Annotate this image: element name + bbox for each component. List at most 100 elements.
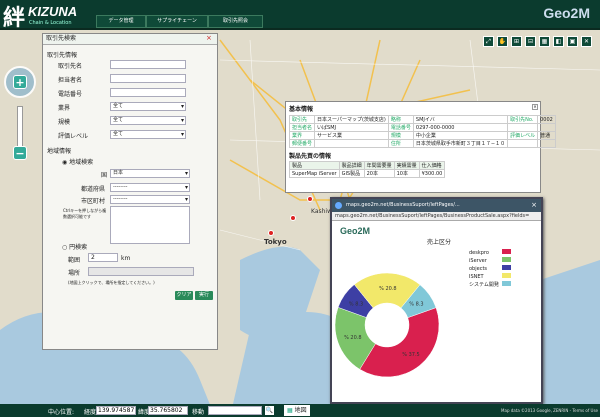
product-cell: GIS製品 <box>338 169 365 178</box>
info-cell: 電話番号 <box>387 123 414 132</box>
lng-label: 経度 <box>84 409 97 416</box>
info-row: 業界 サービス業 規模 中小企業 評価レベル 普通 <box>288 131 556 140</box>
product-row: SuperMap iServer GIS製品 20本 10本 ¥300.00 <box>289 169 446 178</box>
info-cell: 0002 <box>537 115 556 124</box>
place-label: 場所 <box>68 270 81 277</box>
clear-button[interactable]: クリア <box>175 291 193 300</box>
info-cell: 普通 <box>537 131 556 140</box>
phone-input[interactable] <box>110 88 186 97</box>
legend-swatch <box>502 273 511 278</box>
info-cell <box>537 123 556 132</box>
geo2m-brand: Geo2M <box>543 5 590 21</box>
zoom-in-button[interactable]: + <box>13 75 27 89</box>
info-cell: 中小企業 <box>412 131 509 140</box>
popup-brand: Geo2M <box>340 226 371 236</box>
pie-data-label: % 8.3 <box>409 302 423 308</box>
info-row: 郵便番号 住所 日本茨城県取手市新町３丁目１７−１０ <box>288 139 556 148</box>
grid-icon[interactable]: ▦ <box>539 36 550 47</box>
legend-label: iServer <box>469 258 488 264</box>
city-select[interactable]: -------- <box>110 195 190 204</box>
info-cell: SMJイバ <box>412 115 509 124</box>
prefecture-label: 都道府県 <box>81 186 106 193</box>
radius-label: 範囲 <box>68 257 81 264</box>
layer-icon[interactable]: ◧ <box>553 36 564 47</box>
radio-circle-search[interactable]: ○ 円検索 <box>62 242 87 251</box>
popup-titlebar[interactable]: maps.geo2m.net/BusinessSuport/leftPages/… <box>332 199 541 212</box>
zoom-in-icon[interactable]: ⤢ <box>483 36 494 47</box>
country-select[interactable]: 日本 <box>110 169 190 178</box>
info-cell <box>507 123 539 132</box>
info-cell: 日本茨城県取手市新町３丁目１７−１０ <box>412 139 509 148</box>
panel-title-text: 取引先検索 <box>46 35 77 42</box>
field-label-rating: 評価レベル <box>58 133 89 140</box>
legend-swatch <box>502 249 511 254</box>
menu-partner-inquiry[interactable]: 取引先照会 <box>208 15 263 28</box>
city-multiselect-list[interactable] <box>110 206 190 244</box>
radio-region-search[interactable]: ◉ 地域検索 <box>62 157 93 166</box>
info-cell: 郵便番号 <box>288 139 316 148</box>
legend-label: ISNET <box>469 274 485 280</box>
info-cell: 取引先 <box>288 115 316 124</box>
logo-kanji: 絆 <box>3 5 26 31</box>
kizuna-logo[interactable]: 絆 KIZUNA Chain & Location <box>3 2 89 31</box>
product-cell: 実績需量 <box>393 161 420 170</box>
menu-data-management[interactable]: データ管理 <box>96 15 146 28</box>
run-button[interactable]: 実行 <box>195 291 213 300</box>
sales-chart-popup: maps.geo2m.net/BusinessSuport/leftPages/… <box>330 197 543 404</box>
pie-data-label: % 20.8 <box>344 335 361 341</box>
hand-icon[interactable]: ✋ <box>497 36 508 47</box>
industry-select[interactable]: 全て <box>110 102 186 111</box>
zoom-control: + − <box>4 66 36 160</box>
location-pin[interactable] <box>307 196 313 202</box>
field-label-scale: 規模 <box>58 119 71 126</box>
radius-unit: km <box>121 255 131 262</box>
sales-pie-chart: % 37.5 deskpro % 20.8 iServer % 8.3 objects % … <box>334 249 511 378</box>
radius-input[interactable]: 2 <box>88 253 118 262</box>
map-layer-toggle[interactable]: ▦ 地図 <box>284 405 310 416</box>
contact-name-input[interactable] <box>110 74 186 83</box>
info-cell: サービス業 <box>314 131 389 140</box>
zoom-out-button[interactable]: − <box>13 146 27 160</box>
info-cell: 日本スーパーマップ(茨城支店) <box>314 115 389 124</box>
info-row: 取引先 日本スーパーマップ(茨城支店) 略称 SMJイバ 取引先No. 0002 <box>288 115 556 124</box>
box-icon[interactable]: ▣ <box>567 36 578 47</box>
close-icon[interactable]: × <box>531 199 537 212</box>
location-pin[interactable] <box>268 230 274 236</box>
zoom-out-icon[interactable]: ⊟ <box>525 36 536 47</box>
map-name: 地図 <box>294 407 307 414</box>
expand-icon[interactable]: ⊞ <box>511 36 522 47</box>
place-note: (地図上クリックで、場所を指定してください。) <box>68 280 155 285</box>
place-input[interactable] <box>88 267 194 276</box>
location-pin[interactable] <box>290 215 296 221</box>
lng-input[interactable]: 139.974587 <box>96 406 136 415</box>
legend-swatch <box>502 265 511 270</box>
menu-supply-chain[interactable]: サプライチェーン <box>146 15 208 28</box>
close-icon[interactable]: ✕ <box>532 104 538 110</box>
app-header: 絆 KIZUNA Chain & Location データ管理 サプライチェーン… <box>0 0 600 31</box>
basic-info-card: 基本情報 取引先 日本スーパーマップ(茨城支店) 略称 SMJイバ 取引先No. 0002… <box>285 101 556 193</box>
move-input[interactable] <box>208 406 262 415</box>
info-cell <box>507 139 539 148</box>
info-cell: 評価レベル <box>507 131 539 140</box>
rating-select[interactable]: 全て <box>110 130 186 139</box>
close-icon[interactable]: ✕ <box>581 36 592 47</box>
scale-select[interactable]: 全て <box>110 116 186 125</box>
field-label-name: 取引先名 <box>58 63 83 70</box>
info-cell: 0297-000-0000 <box>412 123 509 132</box>
section-region-info: 地域情報 <box>47 148 72 155</box>
product-cell: 製品 <box>289 161 340 170</box>
legend-swatch <box>502 257 511 262</box>
product-cell: 年間需要量 <box>363 161 395 170</box>
lat-input[interactable]: 35.765802 <box>148 406 188 415</box>
partner-name-input[interactable] <box>110 60 186 69</box>
center-label: 中心位置: <box>48 409 75 416</box>
info-row: 担当者名 いばSMJ 電話番号 0297-000-0000 <box>288 123 556 132</box>
product-cell: 10本 <box>393 169 420 178</box>
product-cell: 製品詳細 <box>338 161 365 170</box>
map-label-tokyo: Tokyo <box>264 238 287 246</box>
prefecture-select[interactable]: -------- <box>110 183 190 192</box>
search-icon[interactable]: 🔍 <box>265 406 274 415</box>
browser-icon <box>335 202 342 209</box>
pie-data-label: % 20.8 <box>379 286 396 292</box>
close-icon[interactable]: × <box>206 35 214 43</box>
